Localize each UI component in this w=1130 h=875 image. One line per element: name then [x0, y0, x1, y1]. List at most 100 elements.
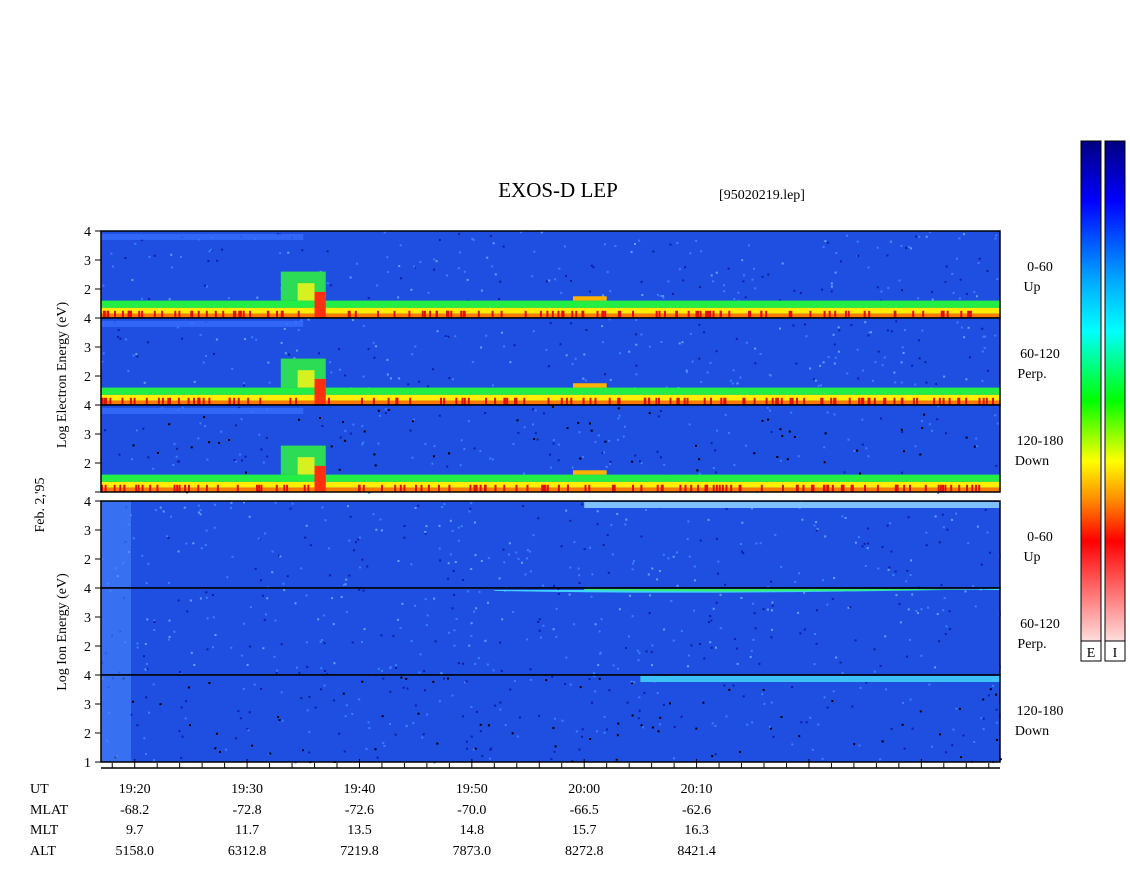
flux-streak	[940, 310, 943, 319]
panel-speckle	[877, 567, 880, 570]
panel-speckle	[230, 501, 233, 504]
panel-speckle	[694, 579, 696, 582]
flux-streak	[193, 397, 195, 406]
panel-speckle	[349, 432, 352, 435]
panel-speckle	[365, 747, 368, 750]
panel-speckle	[240, 418, 243, 421]
panel-speckle	[487, 557, 490, 560]
panel-speckle	[602, 294, 605, 297]
panel-speckle	[447, 577, 450, 580]
panel-speckle	[832, 690, 835, 693]
panel-speckle	[901, 431, 904, 434]
panel-speckle	[981, 327, 984, 330]
panel-speckle	[597, 434, 600, 437]
panel-speckle	[470, 622, 473, 625]
panel-speckle	[638, 652, 641, 655]
panel-speckle	[523, 472, 526, 475]
panel-speckle	[858, 744, 861, 747]
panel-speckle	[601, 341, 604, 344]
y-tick-label: 3	[84, 524, 91, 539]
panel-speckle	[152, 467, 155, 470]
panel-speckle	[835, 656, 838, 659]
panel-speckle	[994, 237, 997, 240]
flux-streak	[546, 310, 549, 319]
panel-speckle	[178, 730, 181, 733]
panel-speckle	[920, 608, 923, 611]
panel-speckle	[143, 737, 146, 740]
panel-speckle	[362, 375, 365, 378]
x-tick-mlt: 11.7	[235, 823, 259, 838]
panel-speckle	[967, 326, 970, 329]
panel-speckle	[484, 412, 487, 414]
panel-speckle	[207, 260, 210, 262]
panel-speckle	[824, 535, 827, 538]
panel-speckle	[545, 679, 548, 682]
panel-speckle	[279, 252, 282, 255]
panel-speckle	[208, 250, 211, 253]
panel-speckle	[711, 755, 714, 758]
panel-speckle	[994, 414, 997, 417]
panel-speckle	[625, 518, 628, 521]
panel-speckle	[762, 688, 765, 691]
panel-speckle	[411, 456, 414, 459]
flux-streak	[705, 484, 708, 493]
panel-speckle	[682, 279, 685, 282]
panel-speckle	[220, 430, 223, 433]
panel-speckle	[919, 453, 922, 456]
flux-streak	[429, 310, 432, 319]
panel-speckle	[401, 602, 404, 605]
panel-speckle	[424, 689, 426, 692]
panel-speckle	[205, 529, 208, 532]
panel-speckle	[242, 687, 245, 690]
panel-speckle	[657, 415, 660, 418]
panel-speckle	[611, 553, 614, 556]
panel-speckle	[614, 245, 617, 247]
x-tick-alt: 7873.0	[453, 844, 492, 859]
flux-streak	[450, 310, 453, 319]
panel-speckle	[362, 324, 365, 327]
panel-speckle	[471, 237, 474, 240]
flux-streak	[823, 484, 826, 493]
flux-streak	[176, 484, 179, 493]
panel-speckle	[885, 688, 887, 691]
flux-streak	[883, 397, 886, 406]
panel-speckle	[374, 464, 377, 467]
ion-axis-label: Log Ion Energy (eV)	[55, 573, 70, 691]
panel-speckle	[607, 571, 610, 574]
panel-speckle	[925, 235, 928, 238]
panel-speckle	[952, 291, 955, 294]
panel-speckle	[626, 701, 629, 704]
panel-speckle	[554, 745, 557, 748]
flux-streak	[242, 310, 245, 319]
panel-speckle	[490, 747, 493, 750]
panel-speckle	[894, 570, 897, 573]
panel-speckle	[651, 644, 654, 647]
panel-speckle	[287, 251, 290, 254]
flux-streak	[447, 310, 449, 319]
panel-speckle	[873, 670, 876, 673]
flux-streak	[992, 397, 994, 406]
panel-speckle	[749, 655, 752, 658]
panel-speckle	[233, 459, 236, 461]
panel-speckle	[635, 319, 638, 321]
panel-speckle	[965, 436, 968, 439]
panel-speckle	[528, 550, 531, 553]
panel-speckle	[356, 262, 358, 265]
panel-speckle	[314, 706, 317, 709]
panel-speckle	[742, 552, 745, 555]
flux-band-yellow	[101, 394, 1000, 401]
panel-speckle	[179, 671, 181, 673]
panel-speckle	[641, 294, 644, 296]
panel-speckle	[531, 275, 534, 278]
panel-speckle	[479, 730, 482, 733]
panel-speckle	[367, 348, 370, 350]
panel-speckle	[279, 555, 282, 558]
panel-speckle	[344, 429, 347, 432]
flux-streak	[658, 397, 660, 406]
flux-streak	[438, 484, 440, 493]
panel-speckle	[532, 534, 535, 537]
flux-streak	[876, 484, 879, 493]
flux-streak	[697, 484, 700, 493]
panel-speckle	[208, 441, 211, 444]
panel-speckle	[615, 758, 618, 761]
